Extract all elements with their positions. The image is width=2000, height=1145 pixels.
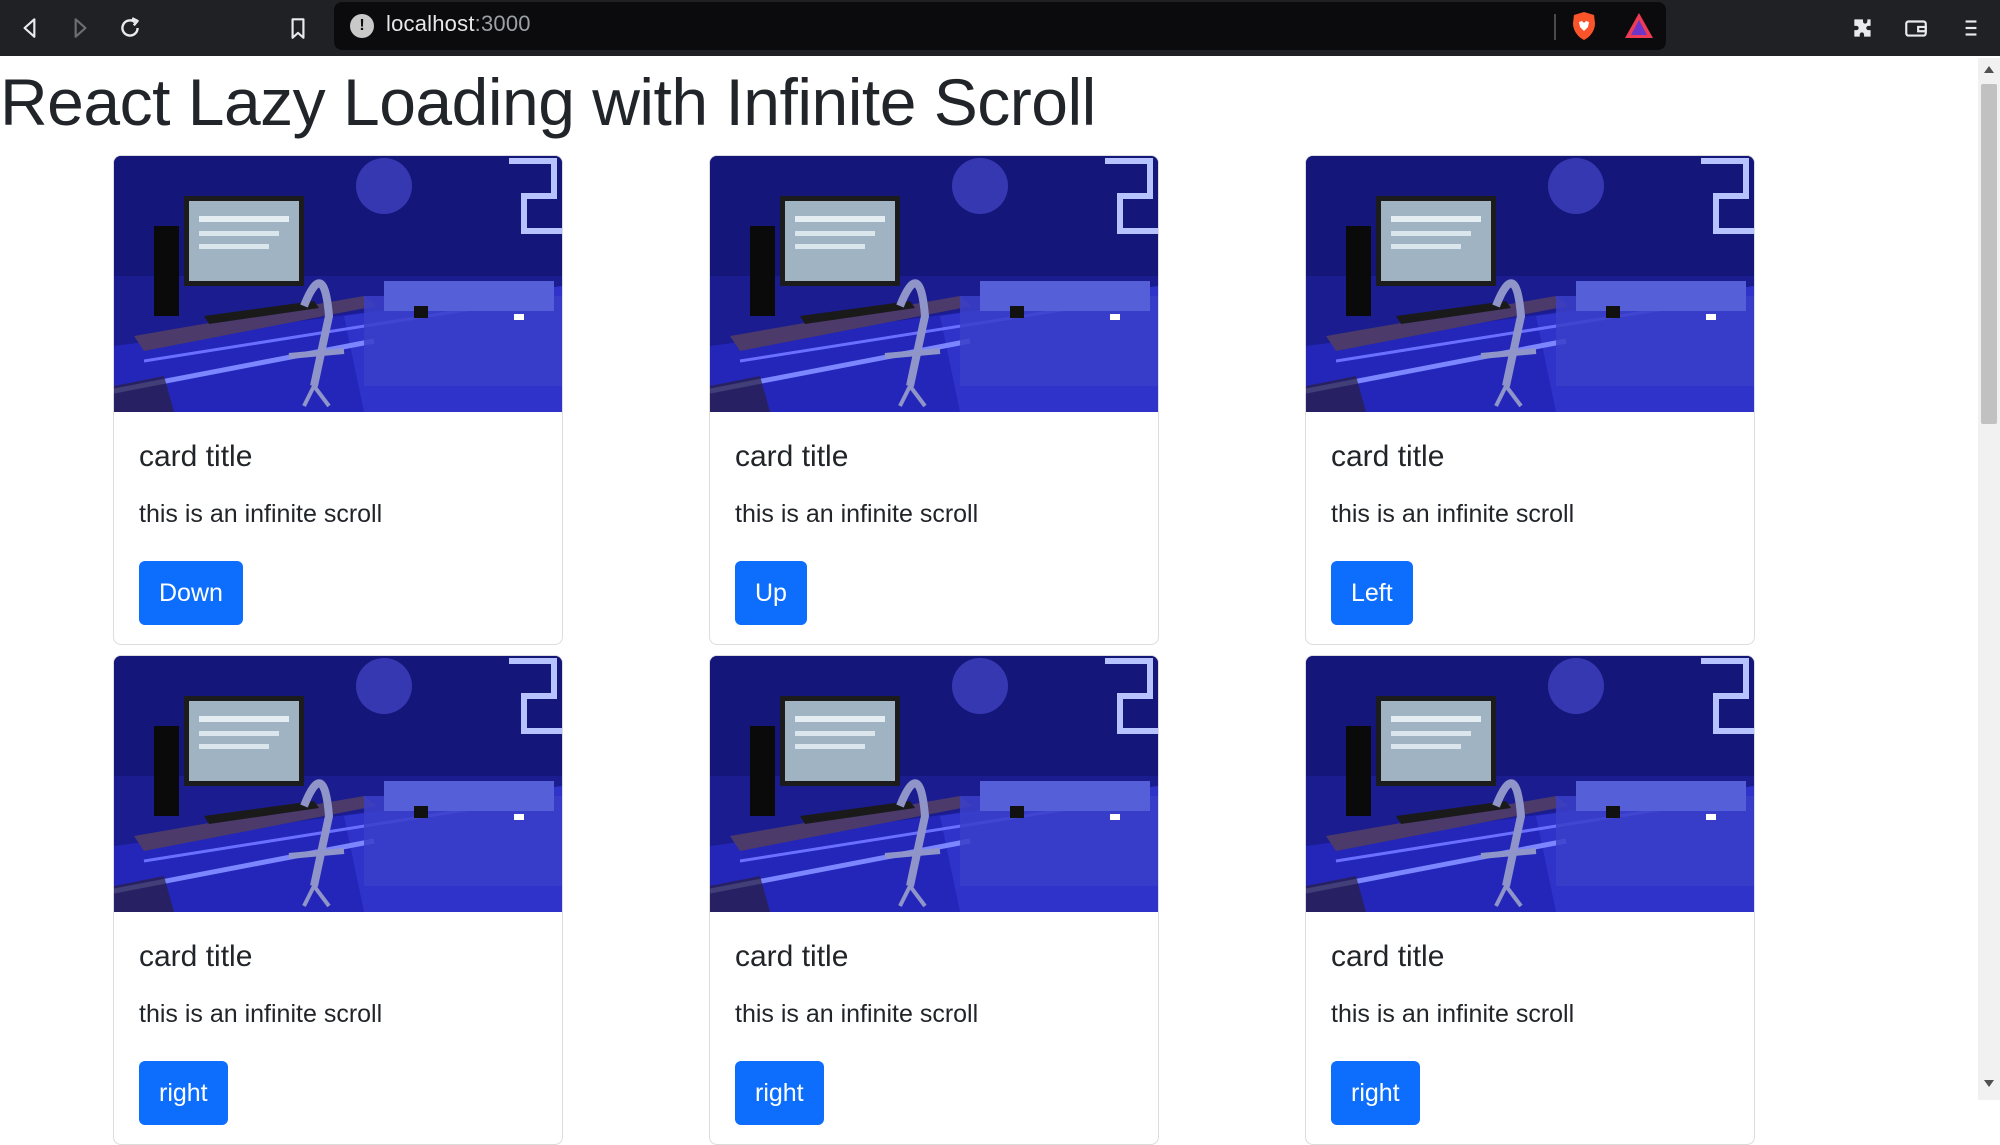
- page-scrollbar[interactable]: [1978, 58, 2000, 1100]
- card-image: [114, 156, 562, 412]
- card-text: this is an infinite scroll: [735, 500, 979, 528]
- card-image: [710, 156, 1158, 412]
- scroll-up-arrow-icon[interactable]: [1984, 66, 1994, 73]
- address-bar[interactable]: ! localhost:3000: [334, 2, 1666, 50]
- card-title: card title: [139, 440, 253, 473]
- right-button[interactable]: right: [735, 1061, 824, 1125]
- right-button[interactable]: right: [139, 1061, 228, 1125]
- brave-rewards-icon[interactable]: [1622, 10, 1656, 42]
- scroll-thumb[interactable]: [1981, 84, 1997, 424]
- right-button[interactable]: right: [1331, 1061, 1420, 1125]
- card-2: card title this is an infinite scroll Up: [709, 155, 1159, 645]
- extensions-icon[interactable]: [1843, 8, 1883, 48]
- scroll-down-arrow-icon[interactable]: [1984, 1080, 1994, 1087]
- card-text: this is an infinite scroll: [1331, 500, 1575, 528]
- card-title: card title: [1331, 940, 1445, 973]
- card-4: card title this is an infinite scroll ri…: [113, 655, 563, 1145]
- forward-icon[interactable]: [60, 8, 100, 48]
- card-image: [1306, 156, 1754, 412]
- back-icon[interactable]: [10, 8, 50, 48]
- card-image: [1306, 656, 1754, 912]
- card-title: card title: [1331, 440, 1445, 473]
- card-text: this is an infinite scroll: [139, 500, 383, 528]
- reload-icon[interactable]: [110, 8, 150, 48]
- card-text: this is an infinite scroll: [1331, 1000, 1575, 1028]
- url-text[interactable]: localhost:3000: [386, 11, 531, 37]
- card-image: [710, 656, 1158, 912]
- browser-toolbar: ! localhost:3000: [0, 0, 2000, 56]
- card-text: this is an infinite scroll: [735, 1000, 979, 1028]
- card-3: card title this is an infinite scroll Le…: [1305, 155, 1755, 645]
- down-button[interactable]: Down: [139, 561, 243, 625]
- bookmark-icon[interactable]: [278, 8, 318, 48]
- info-icon[interactable]: !: [350, 14, 374, 38]
- menu-icon[interactable]: [1951, 8, 1991, 48]
- left-button[interactable]: Left: [1331, 561, 1413, 625]
- url-divider: [1554, 14, 1556, 40]
- up-button[interactable]: Up: [735, 561, 807, 625]
- card-6: card title this is an infinite scroll ri…: [1305, 655, 1755, 1145]
- brave-shield-icon[interactable]: [1568, 10, 1600, 42]
- wallet-icon[interactable]: [1896, 8, 1936, 48]
- card-title: card title: [735, 440, 849, 473]
- card-title: card title: [735, 940, 849, 973]
- card-5: card title this is an infinite scroll ri…: [709, 655, 1159, 1145]
- card-text: this is an infinite scroll: [139, 1000, 383, 1028]
- card-1: card title this is an infinite scroll Do…: [113, 155, 563, 645]
- card-image: [114, 656, 562, 912]
- page-title: React Lazy Loading with Infinite Scroll: [0, 65, 1096, 139]
- card-title: card title: [139, 940, 253, 973]
